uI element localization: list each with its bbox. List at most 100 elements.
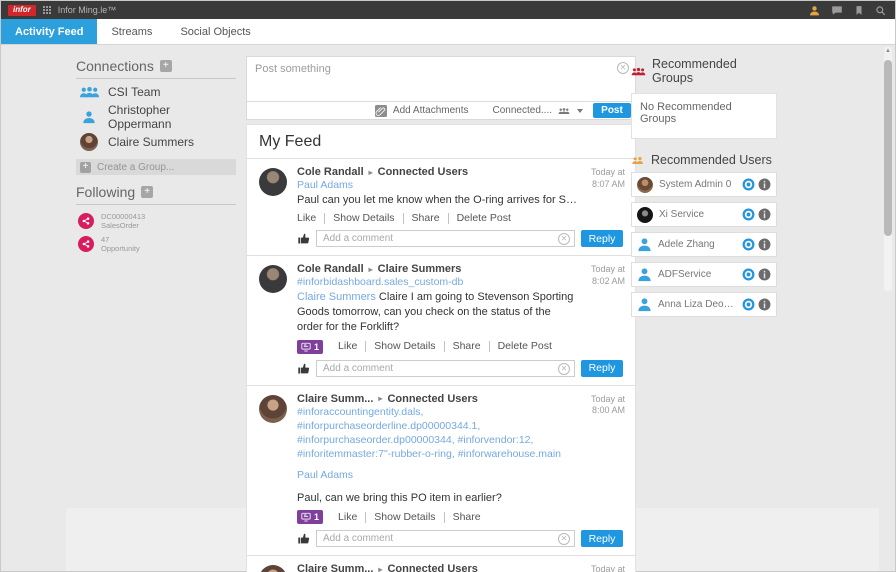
post-button[interactable]: Post [593, 103, 631, 118]
following-item-opportunity[interactable]: 47 Opportunity [76, 232, 236, 255]
post-target[interactable]: Connected Users [387, 393, 477, 405]
audience-group-icon[interactable] [558, 107, 570, 115]
clear-post-icon[interactable] [617, 62, 629, 74]
feed-post: Today at 7:49 AM Claire Summ... Connecte… [247, 555, 635, 572]
share-button[interactable]: Share [403, 213, 448, 224]
reply-button[interactable]: Reply [581, 360, 623, 377]
comment-input-wrap [316, 360, 575, 377]
info-icon[interactable] [758, 208, 771, 221]
create-group-button[interactable]: Create a Group... [76, 159, 236, 175]
info-icon[interactable] [758, 268, 771, 281]
object-link[interactable]: #inforaccountingentity.dals, #inforpurch… [297, 405, 579, 462]
tab-social-objects[interactable]: Social Objects [166, 19, 264, 44]
share-button[interactable]: Share [444, 512, 489, 523]
share-count-badge[interactable]: 1 [297, 340, 323, 354]
feed-title: My Feed [247, 125, 635, 158]
user-icon[interactable] [809, 5, 820, 16]
info-icon[interactable] [758, 298, 771, 311]
timestamp-line1: Today at [591, 167, 625, 177]
comment-input[interactable] [317, 233, 574, 244]
add-following-icon[interactable] [141, 186, 153, 198]
audience-selector[interactable]: Connected.... [493, 105, 552, 116]
recommended-users-header: Recommended Users [631, 153, 777, 167]
groups-icon [631, 67, 646, 76]
follow-target-icon[interactable] [742, 238, 755, 251]
search-icon[interactable] [875, 5, 886, 16]
recommended-users-title: Recommended Users [651, 153, 772, 167]
object-link[interactable]: #inforbidashboard.sales_custom-db [297, 275, 579, 289]
recommended-groups-title: Recommended Groups [652, 57, 777, 85]
mention-link[interactable]: Paul Adams [297, 468, 579, 482]
add-attachments-button[interactable]: Add Attachments [393, 105, 469, 116]
post-actions: 1 Like Show Details Share [297, 510, 579, 524]
chat-icon[interactable] [831, 5, 843, 16]
infor-logo: infor [8, 5, 36, 16]
connection-name: CSI Team [108, 85, 160, 99]
post-input[interactable] [247, 57, 635, 101]
post-actions: 1 Like Show Details Share Delete Post [297, 340, 579, 354]
post-author[interactable]: Claire Summ... [297, 563, 373, 572]
connection-item-claire[interactable]: Claire Summers [76, 129, 236, 154]
connection-item-christopher[interactable]: Christopher Oppermann [76, 104, 236, 129]
show-details-button[interactable]: Show Details [365, 341, 443, 352]
bookmark-icon[interactable] [854, 5, 864, 16]
post-target[interactable]: Claire Summers [378, 263, 462, 275]
post-target[interactable]: Connected Users [387, 563, 477, 572]
post-author[interactable]: Cole Randall [297, 166, 364, 178]
mention-link[interactable]: Paul Adams [297, 178, 579, 192]
share-count-badge[interactable]: 1 [297, 510, 323, 524]
person-icon [637, 267, 652, 282]
delete-post-button[interactable]: Delete Post [489, 341, 560, 352]
avatar [259, 395, 287, 423]
follow-target-icon[interactable] [742, 298, 755, 311]
mention-link[interactable]: Claire Summers [297, 291, 376, 303]
feed-post: Today at 8:02 AM Cole Randall Claire Sum… [247, 255, 635, 385]
badge-count: 1 [314, 342, 319, 352]
post-target[interactable]: Connected Users [378, 166, 468, 178]
arrow-right-icon [378, 394, 382, 403]
feed-column: Add Attachments Connected.... Post My Fe… [246, 45, 636, 572]
post-author[interactable]: Claire Summ... [297, 393, 373, 405]
follow-target-icon[interactable] [742, 208, 755, 221]
like-button[interactable]: Like [297, 213, 324, 224]
post-content: Cole Randall Claire Summers #inforbidash… [297, 263, 579, 354]
scrollbar-thumb[interactable] [884, 60, 892, 236]
post-header: Cole Randall Claire Summers [297, 263, 579, 275]
tab-activity-feed[interactable]: Activity Feed [1, 19, 97, 44]
chevron-down-icon[interactable] [577, 109, 583, 113]
show-details-button[interactable]: Show Details [365, 512, 443, 523]
thumb-up-icon[interactable] [297, 362, 310, 375]
following-item-salesorder[interactable]: DC00000413 SalesOrder [76, 209, 236, 232]
recommended-user-card: Anna Liza Deogracias [631, 292, 777, 317]
following-id: 47 [101, 235, 109, 244]
info-icon[interactable] [758, 178, 771, 191]
scroll-up-icon[interactable] [884, 48, 892, 54]
tab-streams[interactable]: Streams [97, 19, 166, 44]
reply-button[interactable]: Reply [581, 230, 623, 247]
delete-post-button[interactable]: Delete Post [448, 213, 519, 224]
post-author[interactable]: Cole Randall [297, 263, 364, 275]
app-title: Infor Ming.le™ [58, 5, 117, 15]
clear-comment-icon[interactable] [558, 363, 570, 375]
add-connection-icon[interactable] [160, 60, 172, 72]
info-icon[interactable] [758, 238, 771, 251]
follow-target-icon[interactable] [742, 178, 755, 191]
arrow-right-icon [369, 265, 373, 274]
post-content: Claire Summ... Connected Users #inforacc… [297, 563, 579, 572]
like-button[interactable]: Like [330, 341, 365, 352]
share-button[interactable]: Share [444, 341, 489, 352]
comment-input-wrap [316, 230, 575, 247]
comment-input[interactable] [317, 533, 574, 544]
show-details-button[interactable]: Show Details [324, 213, 402, 224]
thumb-up-icon[interactable] [297, 532, 310, 545]
thumb-up-icon[interactable] [297, 232, 310, 245]
like-button[interactable]: Like [330, 512, 365, 523]
reply-button[interactable]: Reply [581, 530, 623, 547]
recommended-groups-header: Recommended Groups [631, 57, 777, 85]
follow-target-icon[interactable] [742, 268, 755, 281]
connection-item-csi-team[interactable]: CSI Team [76, 79, 236, 104]
composer-input-area [247, 57, 635, 102]
clear-comment-icon[interactable] [558, 233, 570, 245]
app-grid-icon[interactable] [43, 6, 51, 14]
comment-input[interactable] [317, 363, 574, 374]
